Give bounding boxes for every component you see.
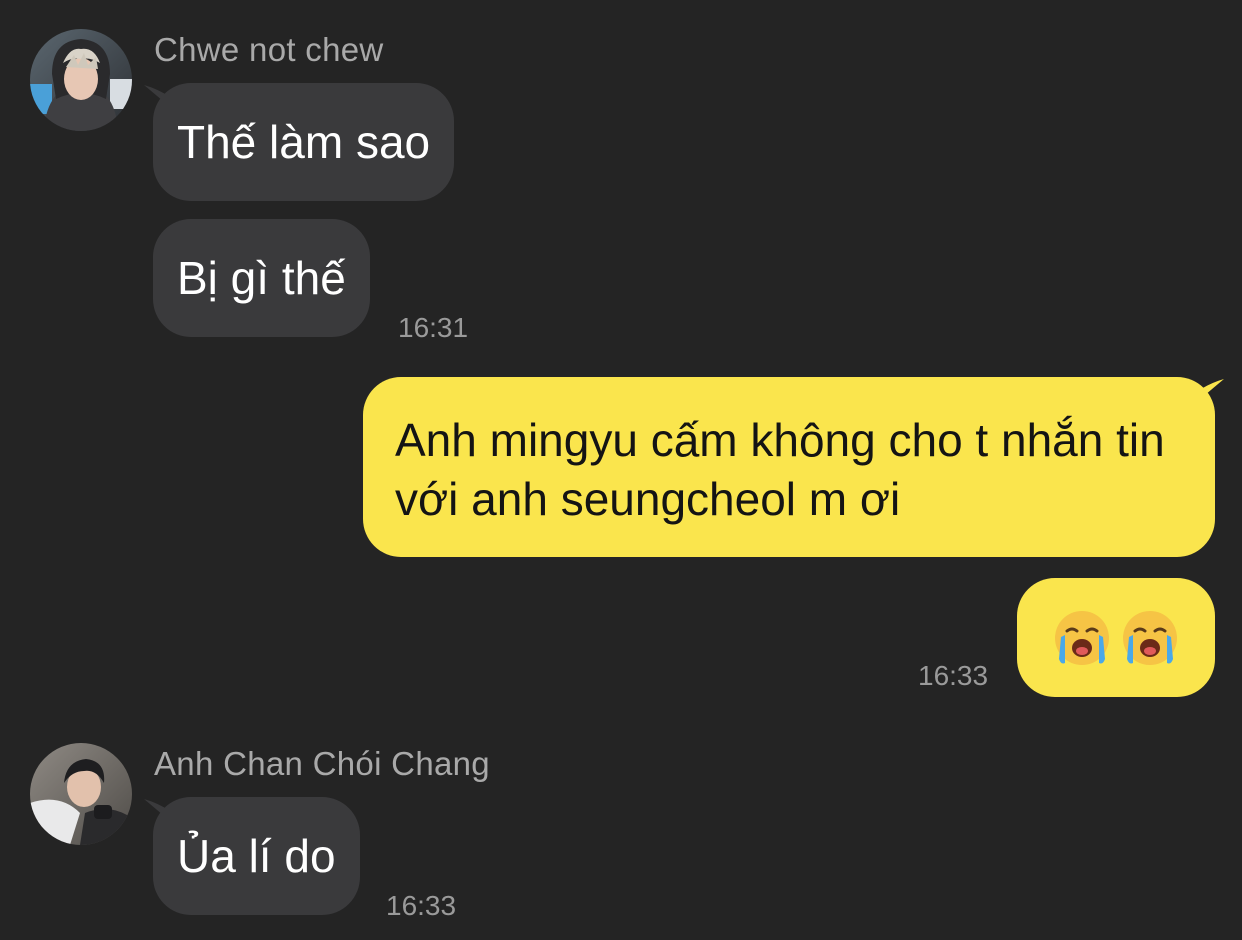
message-text: Thế làm sao	[177, 116, 431, 168]
sender-name: Chwe not chew	[154, 31, 384, 68]
message-text: Anh mingyu cấm không cho t nhắn tin với …	[395, 414, 1165, 525]
message-timestamp: 16:31	[398, 312, 469, 343]
incoming-message-bubble[interactable]: Ủa lí do	[153, 797, 360, 915]
message-text: Bị gì thế	[177, 252, 346, 304]
sender-name: Anh Chan Chói Chang	[154, 745, 490, 782]
avatar-chwe-not-chew[interactable]	[30, 29, 132, 131]
incoming-message-bubble[interactable]: Thế làm sao	[153, 83, 455, 201]
avatar-photo-icon	[30, 743, 132, 845]
incoming-message-bubble[interactable]: Bị gì thế	[153, 219, 370, 337]
avatar-anh-chan-choi-chang[interactable]	[30, 743, 132, 845]
loudly-crying-face-icon	[1121, 609, 1179, 667]
outgoing-emoji-bubble[interactable]	[1017, 578, 1215, 697]
message-timestamp: 16:33	[386, 890, 457, 921]
outgoing-message-bubble[interactable]: Anh mingyu cấm không cho t nhắn tin với …	[363, 377, 1215, 557]
loudly-crying-face-icon	[1053, 609, 1111, 667]
message-timestamp: 16:33	[918, 660, 989, 691]
message-text: Ủa lí do	[177, 830, 336, 882]
avatar-photo-icon	[30, 29, 132, 131]
